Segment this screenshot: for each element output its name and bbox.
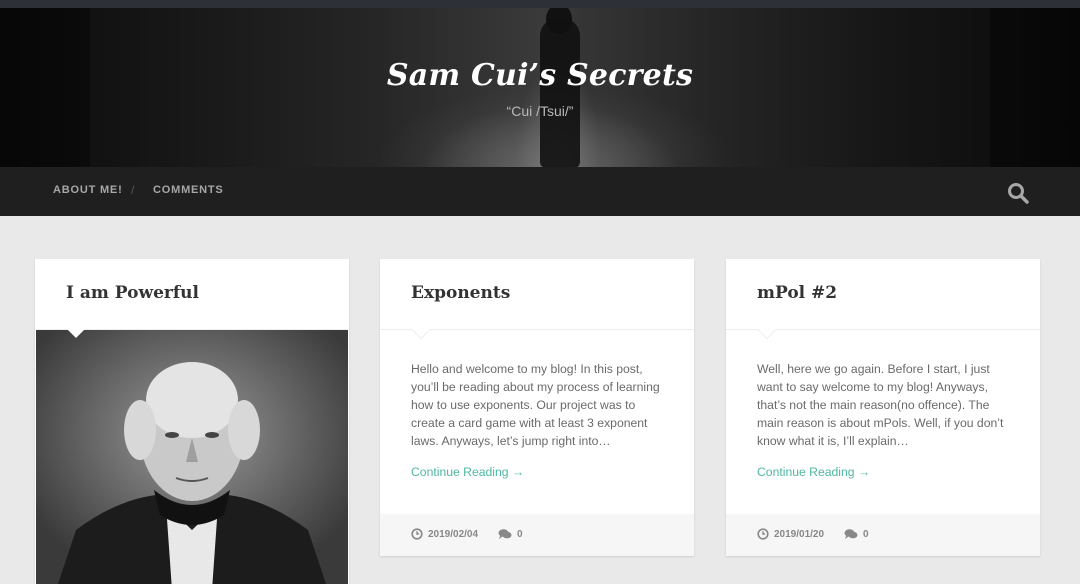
card-notch	[758, 329, 776, 338]
post-card: I am Powerful	[35, 259, 349, 584]
post-meta: 2019/02/04 0	[380, 514, 694, 556]
nav-item-about-me[interactable]: About Me!	[53, 184, 123, 196]
post-comment-count: 0	[517, 528, 523, 540]
post-title[interactable]: Exponents	[411, 283, 510, 303]
post-date[interactable]: 2019/01/20	[757, 528, 824, 540]
top-strip	[0, 0, 1080, 8]
post-title[interactable]: mPol #2	[757, 283, 837, 303]
continue-reading-link[interactable]: Continue Reading →	[757, 465, 870, 479]
nav-item-comments[interactable]: Comments	[153, 184, 224, 196]
post-comments[interactable]: 0	[498, 528, 523, 540]
continue-reading-link[interactable]: Continue Reading →	[411, 465, 524, 479]
clock-icon	[757, 528, 769, 540]
nav-separator: /	[131, 183, 135, 197]
search-button[interactable]	[1006, 181, 1030, 205]
post-date[interactable]: 2019/02/04	[411, 528, 478, 540]
site-tagline: “Cui /Tsui/”	[506, 103, 574, 119]
card-notch	[67, 329, 85, 338]
post-card: mPol #2 Well, here we go again. Before I…	[726, 259, 1040, 556]
card-notch	[412, 329, 430, 338]
post-thumbnail[interactable]	[36, 330, 348, 584]
search-icon	[1008, 183, 1029, 204]
site-header: Sam Cui’s Secrets “Cui /Tsui/”	[0, 8, 1080, 167]
clock-icon	[411, 528, 423, 540]
comments-icon	[844, 529, 858, 539]
main-nav: About Me! / Comments	[0, 167, 1080, 216]
post-card: Exponents Hello and welcome to my blog! …	[380, 259, 694, 556]
post-excerpt: Well, here we go again. Before I start, …	[757, 362, 1004, 448]
portrait-engraving-image	[36, 330, 348, 584]
post-comments[interactable]: 0	[844, 528, 869, 540]
post-comment-count: 0	[863, 528, 869, 540]
site-title[interactable]: Sam Cui’s Secrets	[0, 58, 1080, 93]
post-excerpt: Hello and welcome to my blog! In this po…	[411, 362, 660, 448]
post-title[interactable]: I am Powerful	[66, 283, 199, 303]
post-meta: 2019/01/20 0	[726, 514, 1040, 556]
comments-icon	[498, 529, 512, 539]
post-date-text: 2019/02/04	[428, 528, 479, 540]
post-date-text: 2019/01/20	[774, 528, 825, 540]
